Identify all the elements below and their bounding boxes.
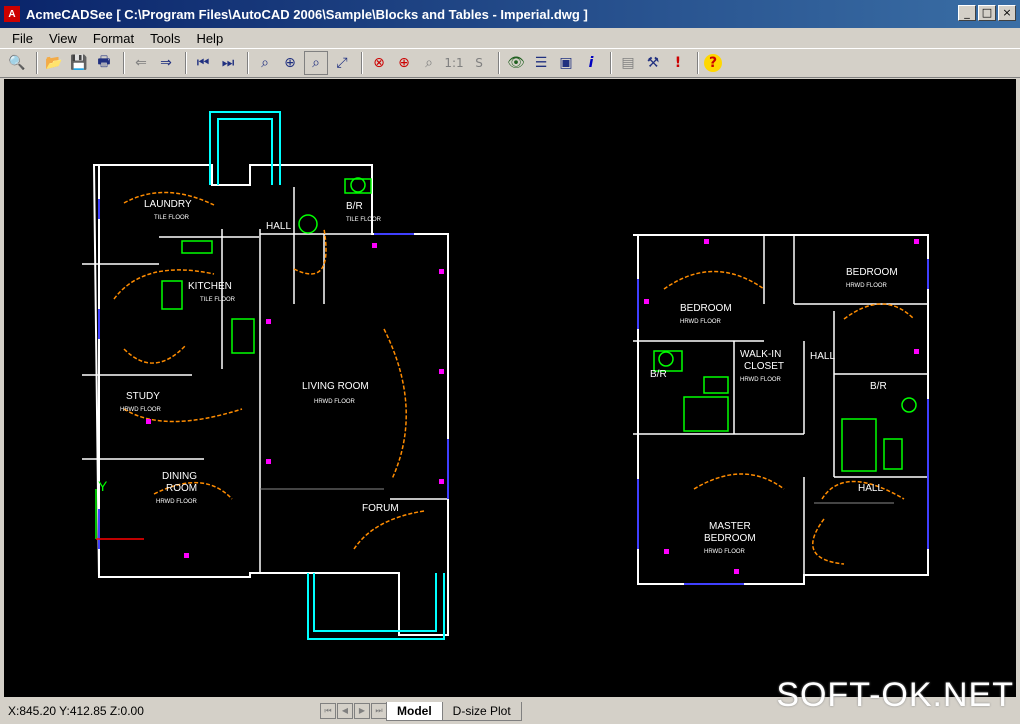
label-study: STUDY [126, 391, 160, 402]
window-title: AcmeCADSee [ C:\Program Files\AutoCAD 20… [26, 6, 588, 22]
label-kitchen: KITCHEN [188, 281, 232, 292]
label-laundry-floor: TILE FLOOR [154, 215, 190, 221]
label-bedroom-1: BEDROOM [680, 303, 732, 314]
eye-icon[interactable]: 👁 [505, 52, 527, 74]
s-button[interactable]: S [468, 52, 490, 74]
toolbar-separator [185, 52, 187, 74]
room-labels: LAUNDRY TILE FLOOR KITCHEN TILE FLOOR HA… [120, 199, 898, 555]
zoom-window-icon[interactable]: ⌕ [304, 51, 328, 75]
entry-steps [209, 111, 445, 640]
ucs-y-label: Y [98, 478, 108, 494]
zoom-extents-icon[interactable]: ⊗ [368, 52, 390, 74]
toolbar-separator [498, 52, 500, 74]
zoom-realtime-icon[interactable]: ⤢ [331, 52, 353, 74]
layers-icon[interactable]: ☰ [530, 52, 552, 74]
next-icon[interactable]: ⏭ [217, 52, 239, 74]
save-icon[interactable]: 💾 [68, 52, 90, 74]
tab-d-size-plot[interactable]: D-size Plot [441, 701, 522, 721]
label-study-floor: HRWD FLOOR [120, 407, 162, 413]
toolbar-separator [247, 52, 249, 74]
drawing-canvas[interactable]: Y LAUNDRY TILE FLOOR KITCHEN TILE FLOOR … [4, 79, 1016, 697]
tab-model[interactable]: Model [386, 701, 443, 721]
toolbar: 🔍 📂 💾 🖶 ⇐ ⇒ ⏮ ⏭ ⌕ ⊕ ⌕ ⤢ ⊗ ⊕ ⌕ 1:1 S 👁 ☰ … [0, 48, 1020, 78]
floor-plan: Y LAUNDRY TILE FLOOR KITCHEN TILE FLOOR … [82, 111, 929, 640]
label-br-1-floor: TILE FLOOR [346, 217, 382, 223]
minimize-button[interactable]: _ [958, 5, 976, 21]
toolbar-separator [36, 52, 38, 74]
ucs-icon: Y [95, 478, 144, 540]
properties-icon[interactable]: ▤ [617, 52, 639, 74]
menu-bar: File View Format Tools Help [0, 28, 1020, 48]
zoom-icon[interactable]: ⌕ [254, 52, 276, 74]
menu-view[interactable]: View [41, 31, 85, 46]
label-forum: FORUM [362, 503, 399, 514]
one-to-one-button[interactable]: 1:1 [443, 52, 465, 74]
watermark: SOFT-OK.NET [776, 676, 1014, 714]
toolbar-separator [610, 52, 612, 74]
label-br-3: B/R [870, 381, 887, 392]
label-closet-floor: HRWD FLOOR [740, 377, 782, 383]
coordinate-readout: X:845.20 Y:412.85 Z:0.00 [8, 704, 144, 718]
tools-icon[interactable]: ⚒ [642, 52, 664, 74]
prev-tab-icon[interactable]: ◀ [337, 703, 353, 719]
back-arrow-icon[interactable]: ⇐ [130, 52, 152, 74]
menu-tools[interactable]: Tools [142, 31, 188, 46]
label-living-floor: HRWD FLOOR [314, 399, 356, 405]
label-master: MASTER [709, 521, 751, 532]
label-dining: DINING [162, 471, 197, 482]
zoom-all-icon[interactable]: ⊕ [393, 52, 415, 74]
zoom-in-icon[interactable]: ⊕ [279, 52, 301, 74]
toolbar-separator [361, 52, 363, 74]
zoom-out-icon[interactable]: ⌕ [418, 52, 440, 74]
next-tab-icon[interactable]: ▶ [354, 703, 370, 719]
menu-format[interactable]: Format [85, 31, 142, 46]
label-bedroom-2-floor: HRWD FLOOR [846, 283, 888, 289]
open-icon[interactable]: 📂 [43, 52, 65, 74]
outlets [146, 239, 919, 574]
label-master-floor: HRWD FLOOR [704, 549, 746, 555]
label-hall-2: HALL [810, 351, 835, 362]
forward-arrow-icon[interactable]: ⇒ [155, 52, 177, 74]
toolbar-separator [123, 52, 125, 74]
browse-icon[interactable]: 🔍 [6, 52, 28, 74]
label-dining-floor: HRWD FLOOR [156, 499, 198, 505]
previous-icon[interactable]: ⏮ [192, 52, 214, 74]
help-icon[interactable]: ? [704, 54, 722, 72]
label-room: ROOM [166, 483, 197, 494]
first-tab-icon[interactable]: ⏮ [320, 703, 336, 719]
label-br-2: B/R [650, 369, 667, 380]
print-icon[interactable]: 🖶 [93, 52, 115, 74]
last-tab-icon[interactable]: ⏭ [371, 703, 387, 719]
label-hall-1: HALL [266, 221, 291, 232]
label-br-1: B/R [346, 201, 363, 212]
alert-icon[interactable]: ! [667, 52, 689, 74]
label-walk-in: WALK-IN [740, 349, 781, 360]
info-icon[interactable]: i [580, 52, 602, 74]
label-kitchen-floor: TILE FLOOR [200, 297, 236, 303]
menu-file[interactable]: File [4, 31, 41, 46]
maximize-button[interactable]: □ [978, 5, 996, 21]
menu-help[interactable]: Help [188, 31, 231, 46]
label-laundry: LAUNDRY [144, 199, 192, 210]
label-bedroom-1-floor: HRWD FLOOR [680, 319, 722, 325]
label-master-bedroom: BEDROOM [704, 533, 756, 544]
label-hall-3: HALL [858, 483, 883, 494]
label-living-room: LIVING ROOM [302, 381, 369, 392]
layout-icon[interactable]: ▣ [555, 52, 577, 74]
title-bar: A AcmeCADSee [ C:\Program Files\AutoCAD … [0, 0, 1020, 28]
toolbar-separator [697, 52, 699, 74]
label-bedroom-2: BEDROOM [846, 267, 898, 278]
close-button[interactable]: × [998, 5, 1016, 21]
app-icon[interactable]: A [4, 6, 20, 22]
label-closet: CLOSET [744, 361, 784, 372]
